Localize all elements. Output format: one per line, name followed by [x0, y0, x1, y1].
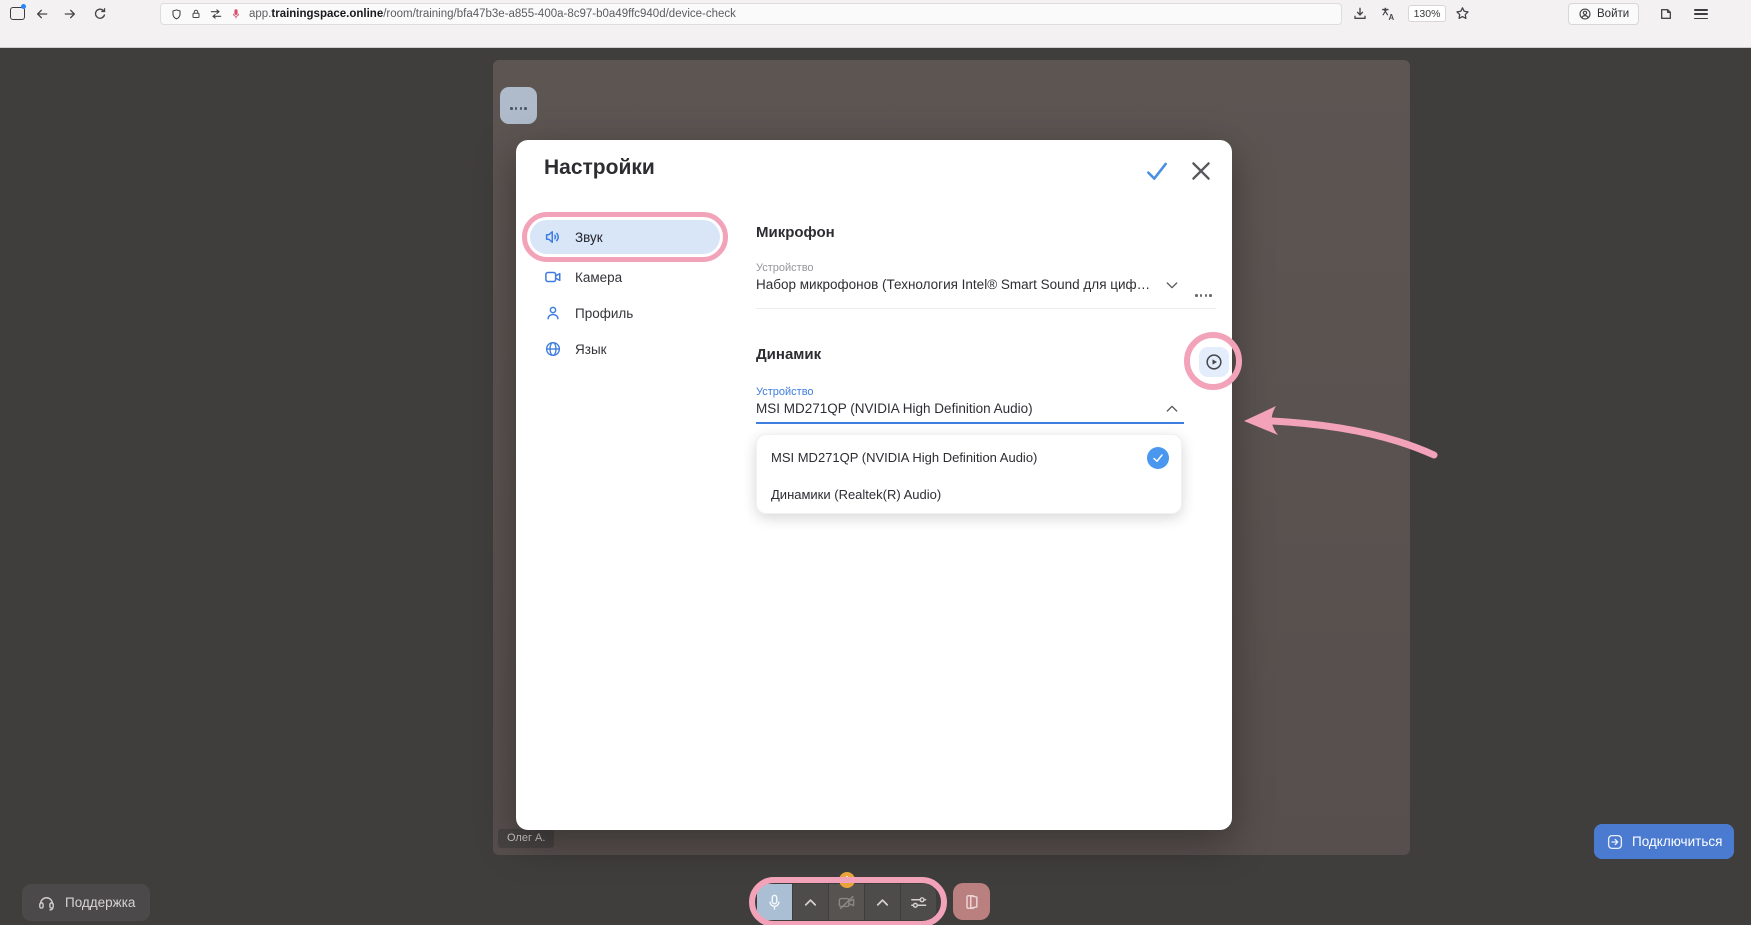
mic-more-options-icon[interactable] — [1194, 284, 1213, 302]
microphone-toggle-button[interactable] — [757, 884, 792, 920]
bookmarks-bar: Импорт закладок... Завершить настройку — [0, 28, 1751, 72]
microphone-heading: Микрофон — [756, 224, 835, 241]
option-label: MSI MD271QP (NVIDIA High Definition Audi… — [771, 449, 1038, 465]
account-icon — [1578, 7, 1592, 21]
support-label: Поддержка — [65, 895, 136, 910]
speaker-heading: Динамик — [756, 346, 822, 363]
chevron-up-icon — [804, 898, 817, 906]
login-label: Войти — [1597, 8, 1630, 20]
globe-icon — [544, 340, 562, 358]
mic-in-use-icon[interactable] — [230, 7, 242, 21]
play-icon — [1204, 352, 1224, 372]
chevron-up-icon[interactable] — [1164, 401, 1180, 417]
leave-room-button[interactable] — [953, 883, 990, 920]
speaker-icon — [544, 228, 562, 246]
selected-check-icon — [1147, 447, 1169, 469]
shield-icon[interactable] — [170, 8, 183, 21]
headset-icon — [37, 893, 56, 912]
device-check-stage: Олег А. Настройки Звук Камера Профиль Яз… — [0, 48, 1751, 925]
more-options-icon — [509, 97, 528, 115]
browser-toolbar: app.trainingspace.online/room/training/b… — [0, 0, 1751, 28]
support-button[interactable]: Поддержка — [22, 884, 151, 921]
device-settings-button[interactable] — [901, 884, 936, 920]
bookmark-star-icon[interactable] — [1454, 5, 1471, 22]
test-speaker-button[interactable] — [1199, 347, 1229, 377]
url-prefix: app. — [249, 8, 272, 20]
dropdown-option-realtek[interactable]: Динамики (Realtek(R) Audio) — [757, 477, 1183, 511]
translate-icon[interactable]: A — [1380, 6, 1397, 23]
dropdown-option-msi[interactable]: MSI MD271QP (NVIDIA High Definition Audi… — [757, 440, 1183, 474]
sidebar-item-language[interactable]: Язык — [530, 332, 720, 366]
microphone-options-button[interactable] — [793, 884, 828, 920]
exit-door-icon — [965, 894, 978, 909]
enter-icon — [1606, 833, 1624, 851]
divider — [756, 308, 1216, 309]
url-text: app.trainingspace.online/room/training/b… — [249, 8, 736, 20]
connect-button[interactable]: Подключиться — [1594, 824, 1735, 859]
microphone-icon — [769, 894, 780, 910]
option-label: Динамики (Realtek(R) Audio) — [771, 486, 942, 502]
media-controls — [757, 884, 936, 920]
sidebar-item-camera[interactable]: Камера — [530, 260, 720, 294]
dialog-title: Настройки — [544, 156, 655, 179]
permissions-icon[interactable] — [209, 7, 223, 21]
camera-icon — [544, 268, 562, 286]
speaker-device-label: Устройство — [756, 386, 814, 398]
speaker-dropdown: MSI MD271QP (NVIDIA High Definition Audi… — [756, 434, 1182, 514]
sidebar-item-label: Звук — [575, 229, 603, 245]
browser-login-button[interactable]: Войти — [1568, 3, 1640, 25]
camera-toggle-button[interactable] — [829, 884, 864, 920]
tab-notification-dot — [21, 4, 26, 9]
close-dialog-button[interactable] — [1188, 158, 1214, 184]
firefox-view-icon[interactable] — [1658, 6, 1674, 22]
url-domain: trainingspace.online — [271, 8, 384, 20]
camera-warning-badge: ! — [839, 872, 855, 888]
mic-device-select[interactable]: Набор микрофонов (Технология Intel® Smar… — [756, 277, 1154, 292]
svg-text:A: A — [1389, 13, 1395, 22]
url-bar[interactable]: app.trainingspace.online/room/training/b… — [160, 3, 1342, 25]
chevron-up-icon — [876, 898, 889, 906]
mic-device-label: Устройство — [756, 262, 814, 274]
tile-more-button[interactable] — [500, 87, 537, 124]
camera-off-icon — [838, 895, 855, 909]
speaker-select-underline — [756, 422, 1184, 424]
downloads-icon[interactable] — [1352, 6, 1368, 22]
zoom-level-indicator[interactable]: 130% — [1408, 5, 1446, 22]
sidebar-item-label: Язык — [575, 341, 607, 357]
participant-name-tag: Олег А. — [498, 829, 555, 848]
sidebar-item-label: Камера — [575, 269, 623, 285]
forward-icon[interactable] — [62, 6, 78, 22]
camera-options-button[interactable] — [865, 884, 900, 920]
sliders-icon — [911, 896, 927, 908]
back-icon[interactable] — [34, 6, 50, 22]
chevron-down-icon[interactable] — [1164, 277, 1180, 293]
sidebar-item-label: Профиль — [575, 305, 634, 321]
url-path: /room/training/bfa47b3e-a855-400a-8c97-b… — [383, 8, 736, 20]
application-window: app.trainingspace.online/room/training/b… — [0, 0, 1751, 925]
sidebar-item-profile[interactable]: Профиль — [530, 296, 720, 330]
settings-dialog: Настройки Звук Камера Профиль Язык Микро… — [516, 140, 1242, 830]
speaker-device-select[interactable]: MSI MD271QP (NVIDIA High Definition Audi… — [756, 401, 1154, 416]
reload-icon[interactable] — [92, 6, 108, 22]
connect-label: Подключиться — [1632, 834, 1723, 849]
person-icon — [544, 304, 562, 322]
apply-settings-button[interactable] — [1144, 158, 1170, 184]
lock-icon[interactable] — [190, 8, 202, 20]
sidebar-item-sound[interactable]: Звук — [530, 220, 720, 254]
menu-icon[interactable] — [1694, 9, 1708, 22]
